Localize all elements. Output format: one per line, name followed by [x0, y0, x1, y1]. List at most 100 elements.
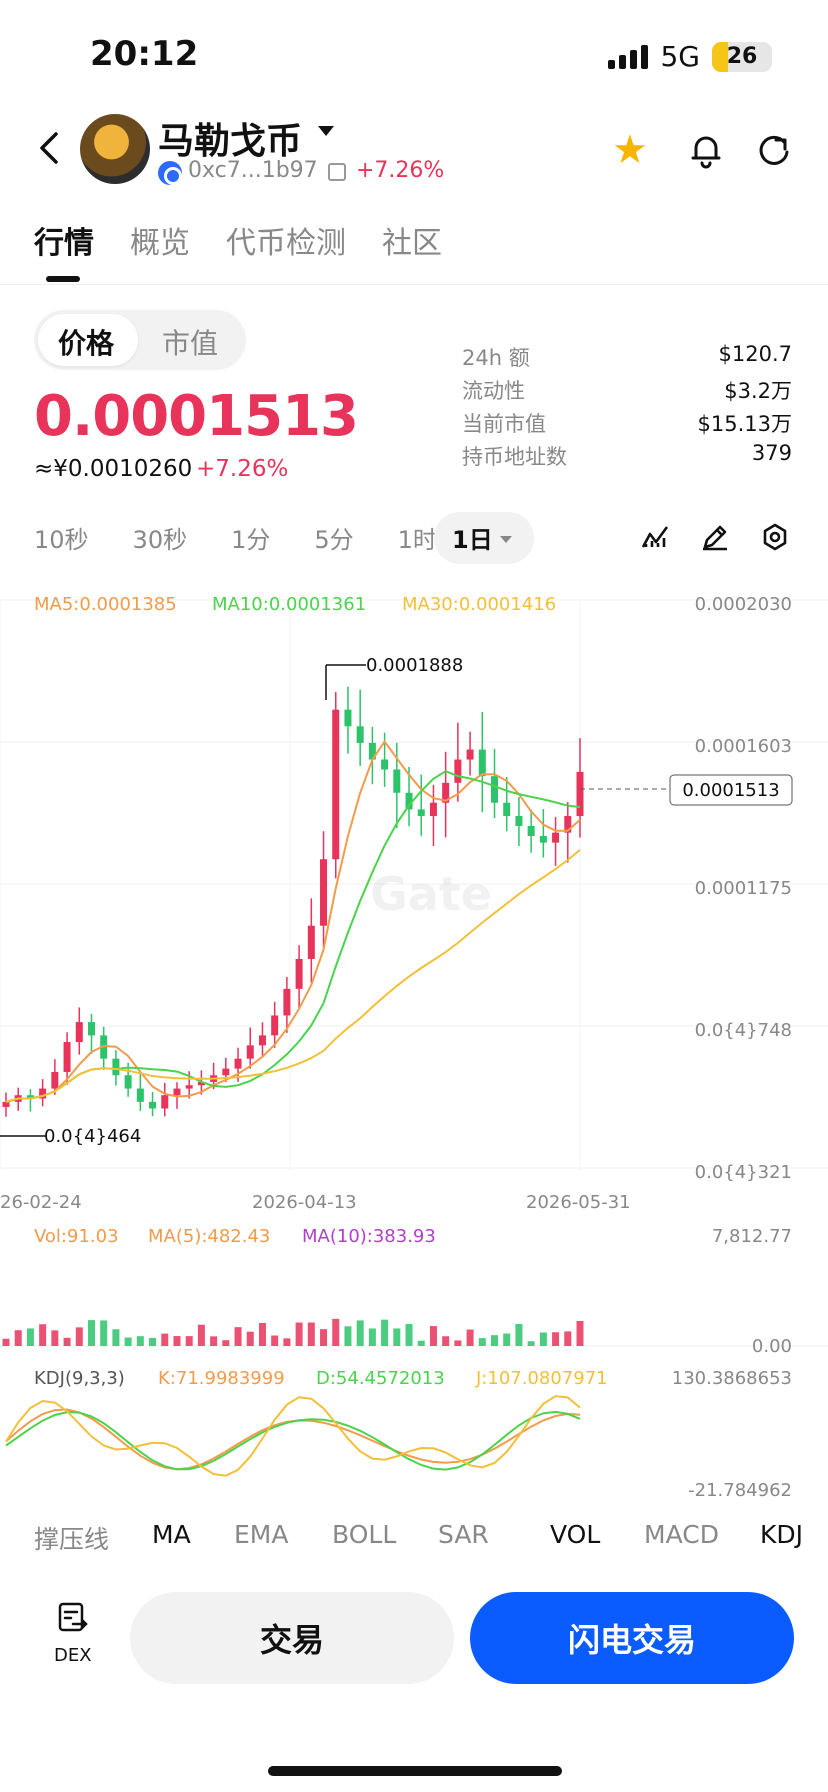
candle-body — [503, 802, 511, 817]
y-tick: 0.0{4}748 — [695, 1020, 792, 1041]
ind-macd[interactable]: MACD — [644, 1520, 719, 1549]
candle-body — [393, 769, 401, 793]
ind-ema[interactable]: EMA — [234, 1520, 288, 1549]
price-chart[interactable]: Gate MA5:0.0001385 MA10:0.0001361 MA30:0… — [0, 580, 828, 1510]
dex-label[interactable]: DEX — [54, 1645, 92, 1666]
ind-kdj[interactable]: KDJ — [760, 1520, 803, 1549]
volume-bar — [539, 1332, 547, 1346]
high-marker: 0.0001888 — [325, 655, 463, 700]
ind-support[interactable]: 撑压线 — [34, 1520, 109, 1556]
header-change: +7.26% — [356, 158, 445, 183]
tab-market[interactable]: 行情 — [34, 218, 94, 262]
toggle-market-cap[interactable]: 市值 — [162, 322, 218, 362]
settings-icon[interactable] — [760, 522, 790, 552]
kdj-j-label: J:107.0807971 — [475, 1368, 608, 1389]
share-icon[interactable] — [754, 130, 794, 170]
stat-value: $15.13万 — [697, 412, 792, 436]
volume-bar — [87, 1320, 95, 1346]
bell-icon[interactable] — [686, 130, 726, 170]
candle-body — [124, 1075, 132, 1089]
x-tick: 2026-05-31 — [526, 1192, 631, 1213]
token-stats: 24h 额 $120.7 流动性 $3.2万 当前市值 $15.13万 持币地址数 37… — [462, 342, 792, 474]
x-tick: 2026-04-13 — [252, 1192, 357, 1213]
interval-1m[interactable]: 1分 — [231, 520, 270, 555]
trade-button[interactable]: 交易 — [130, 1592, 454, 1684]
vol-ma5-label: MA(5):482.43 — [148, 1226, 270, 1247]
volume-bar — [442, 1336, 450, 1346]
candle-body — [2, 1101, 10, 1108]
volume-bar — [14, 1330, 22, 1346]
star-icon[interactable]: ★ — [612, 130, 648, 170]
candle-body — [149, 1101, 157, 1109]
volume-bar — [75, 1327, 83, 1346]
interval-1d[interactable]: 1日 — [452, 520, 493, 555]
candle-body — [332, 709, 340, 860]
flash-trade-button[interactable]: 闪电交易 — [470, 1592, 794, 1684]
volume-bar — [124, 1337, 132, 1346]
ind-sar[interactable]: SAR — [438, 1520, 489, 1549]
draw-icon[interactable] — [700, 522, 730, 552]
candle-body — [51, 1071, 59, 1089]
vol-tick: 0.00 — [752, 1336, 792, 1357]
ind-vol[interactable]: VOL — [550, 1520, 600, 1549]
back-icon[interactable] — [32, 128, 68, 168]
candle-body — [271, 1015, 279, 1036]
candle-body — [63, 1042, 71, 1072]
kdj-tick: -21.784962 — [688, 1480, 792, 1501]
candle-body — [295, 958, 303, 989]
ind-boll[interactable]: BOLL — [332, 1520, 396, 1549]
volume-bar — [466, 1329, 474, 1346]
volume-bars — [2, 1318, 584, 1346]
volume-bar — [246, 1331, 254, 1346]
volume-bar — [527, 1341, 535, 1346]
network-type: 5G — [660, 40, 700, 73]
volume-legend: Vol:91.03 MA(5):482.43 MA(10):383.93 7,8… — [34, 1226, 792, 1357]
stat-row: 当前市值 $15.13万 — [462, 408, 792, 441]
copy-icon[interactable] — [328, 163, 346, 181]
volume-bar — [332, 1318, 340, 1346]
main-tabs: 行情 概览 代币检测 社区 — [34, 218, 442, 262]
kdj-d-label: D:54.4572013 — [316, 1368, 445, 1389]
interval-1h[interactable]: 1时 — [398, 520, 437, 555]
tab-overview[interactable]: 概览 — [130, 218, 190, 262]
chevron-down-icon[interactable] — [318, 126, 334, 136]
low-label: 0.0{4}464 — [44, 1126, 141, 1147]
contract-address: 0xc7...1b97 — [188, 158, 318, 183]
indicator-icon[interactable] — [640, 522, 670, 552]
stat-row: 持币地址数 379 — [462, 441, 792, 474]
dex-icon[interactable] — [56, 1600, 90, 1634]
y-tick: 0.0002030 — [695, 594, 792, 615]
candle-body — [466, 749, 474, 760]
candle-body — [246, 1045, 254, 1059]
candle-body — [112, 1058, 120, 1076]
ind-ma[interactable]: MA — [152, 1520, 191, 1549]
home-indicator — [268, 1766, 562, 1776]
volume-bar — [51, 1330, 59, 1346]
chevron-down-icon[interactable] — [500, 536, 512, 543]
candle-body — [356, 726, 364, 743]
candle-body — [136, 1088, 144, 1102]
kdj-j-line — [5, 1395, 581, 1477]
toggle-price[interactable]: 价格 — [58, 322, 114, 362]
status-indicators: 5G 26 — [608, 40, 772, 73]
candle-body — [307, 925, 315, 959]
tab-community[interactable]: 社区 — [382, 218, 442, 262]
interval-30s[interactable]: 30秒 — [133, 520, 188, 555]
candle-body — [576, 771, 584, 817]
tab-token-check[interactable]: 代币检测 — [226, 218, 346, 262]
volume-bar — [136, 1336, 144, 1346]
divider — [0, 284, 828, 285]
candle-body — [515, 816, 523, 827]
volume-bar — [234, 1327, 242, 1346]
current-price: 0.0001513 — [34, 384, 359, 449]
volume-bar — [295, 1322, 303, 1346]
volume-bar — [112, 1329, 120, 1346]
interval-10s[interactable]: 10秒 — [34, 520, 89, 555]
high-label: 0.0001888 — [366, 655, 463, 676]
stat-label: 持币地址数 — [462, 445, 567, 469]
kdj-k-line — [5, 1408, 581, 1471]
token-name[interactable]: 马勒戈币 — [158, 112, 302, 164]
last-price-label: 0.0001513 — [682, 780, 779, 801]
interval-5m[interactable]: 5分 — [314, 520, 353, 555]
volume-bar — [210, 1336, 218, 1346]
